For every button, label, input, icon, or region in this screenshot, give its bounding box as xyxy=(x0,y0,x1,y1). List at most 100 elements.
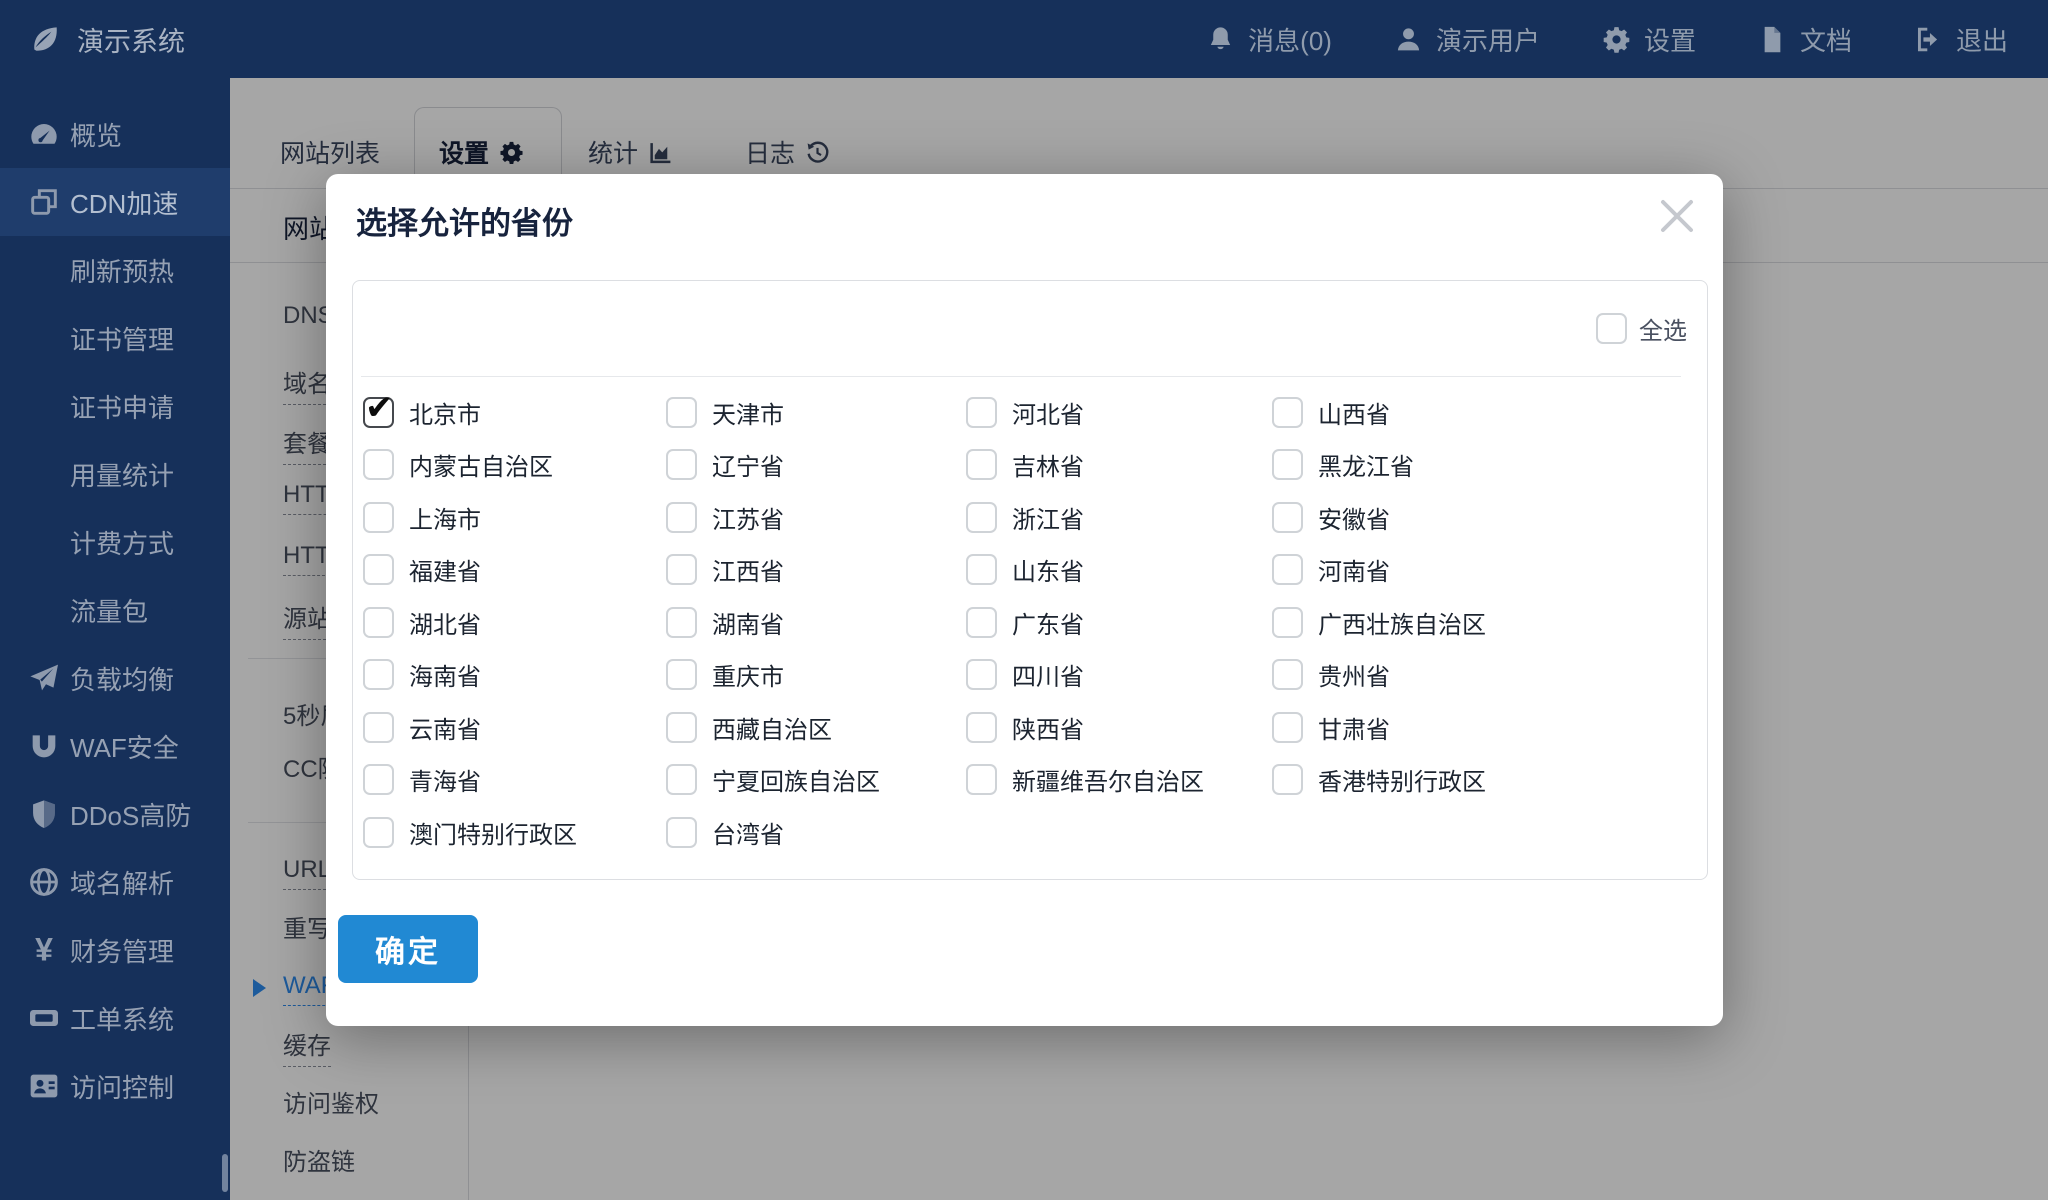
province-checkbox[interactable] xyxy=(1272,554,1303,585)
province-checkbox[interactable] xyxy=(363,449,394,480)
province-checkbox[interactable] xyxy=(966,659,997,690)
province-checkbox-item[interactable]: 江西省 xyxy=(666,552,966,587)
sidebar-item-billing-mode[interactable]: 计费方式 xyxy=(0,508,230,576)
sidebar-item-waf[interactable]: WAF安全 xyxy=(0,712,230,780)
topbar-item-logout[interactable]: 退出 xyxy=(1914,21,2008,58)
province-checkbox[interactable] xyxy=(966,554,997,585)
sidebar-item-label: 证书申请 xyxy=(70,388,174,425)
province-checkbox[interactable] xyxy=(363,659,394,690)
select-all-checkbox[interactable] xyxy=(1596,313,1627,344)
province-checkbox[interactable] xyxy=(363,817,394,848)
sidebar-item-dns-resolve[interactable]: 域名解析 xyxy=(0,848,230,916)
province-checkbox[interactable] xyxy=(1272,449,1303,480)
province-checkbox-item[interactable]: 陕西省 xyxy=(966,710,1272,745)
province-checkbox-item[interactable]: 湖南省 xyxy=(666,605,966,640)
province-checkbox[interactable] xyxy=(363,502,394,533)
sidebar-item-traffic-pack[interactable]: 流量包 xyxy=(0,576,230,644)
sidebar-item-ddos[interactable]: DDoS高防 xyxy=(0,780,230,848)
province-checkbox[interactable] xyxy=(363,712,394,743)
close-icon[interactable] xyxy=(1653,192,1701,240)
province-checkbox-item[interactable]: 辽宁省 xyxy=(666,447,966,482)
sidebar-item-cert-manage[interactable]: 证书管理 xyxy=(0,304,230,372)
province-checkbox[interactable] xyxy=(1272,712,1303,743)
province-checkbox-item[interactable]: 内蒙古自治区 xyxy=(363,447,666,482)
province-checkbox-item[interactable]: 北京市 xyxy=(363,395,666,430)
province-checkbox[interactable] xyxy=(666,712,697,743)
confirm-button[interactable]: 确定 xyxy=(338,915,478,983)
province-checkbox[interactable] xyxy=(666,397,697,428)
province-label: 香港特别行政区 xyxy=(1318,762,1486,797)
province-checkbox-item[interactable]: 河南省 xyxy=(1272,552,1699,587)
province-checkbox-item[interactable]: 广西壮族自治区 xyxy=(1272,605,1699,640)
province-checkbox[interactable] xyxy=(363,397,394,428)
province-checkbox[interactable] xyxy=(966,764,997,795)
province-checkbox-item[interactable]: 贵州省 xyxy=(1272,657,1699,692)
sidebar-item-label: 访问控制 xyxy=(70,1068,174,1105)
province-checkbox-item[interactable]: 上海市 xyxy=(363,500,666,535)
topbar-item-user[interactable]: 演示用户 xyxy=(1394,21,1540,58)
province-label: 宁夏回族自治区 xyxy=(712,762,880,797)
province-checkbox-item[interactable]: 云南省 xyxy=(363,710,666,745)
province-checkbox[interactable] xyxy=(363,764,394,795)
province-checkbox-item[interactable]: 浙江省 xyxy=(966,500,1272,535)
sidebar-item-cert-apply[interactable]: 证书申请 xyxy=(0,372,230,440)
province-checkbox[interactable] xyxy=(666,764,697,795)
province-checkbox-item[interactable]: 河北省 xyxy=(966,395,1272,430)
province-checkbox[interactable] xyxy=(1272,397,1303,428)
select-all-row[interactable]: 全选 xyxy=(353,281,1687,376)
province-checkbox-item[interactable]: 安徽省 xyxy=(1272,500,1699,535)
province-checkbox[interactable] xyxy=(966,607,997,638)
province-checkbox[interactable] xyxy=(363,607,394,638)
topbar-item-messages[interactable]: 消息(0) xyxy=(1206,21,1332,58)
province-checkbox-item[interactable]: 香港特别行政区 xyxy=(1272,762,1699,797)
province-checkbox[interactable] xyxy=(666,607,697,638)
province-checkbox[interactable] xyxy=(363,554,394,585)
province-checkbox-item[interactable]: 西藏自治区 xyxy=(666,710,966,745)
sidebar-item-overview[interactable]: 概览 xyxy=(0,100,230,168)
province-checkbox[interactable] xyxy=(1272,659,1303,690)
sidebar-item-refresh-preheat[interactable]: 刷新预热 xyxy=(0,236,230,304)
province-checkbox-item[interactable]: 甘肃省 xyxy=(1272,710,1699,745)
province-checkbox[interactable] xyxy=(1272,502,1303,533)
sidebar-item-tickets[interactable]: 工单系统 xyxy=(0,984,230,1052)
province-checkbox-item[interactable]: 澳门特别行政区 xyxy=(363,815,666,850)
sidebar-item-label: 工单系统 xyxy=(70,1000,174,1037)
sidebar-item-finance[interactable]: ¥财务管理 xyxy=(0,916,230,984)
province-checkbox[interactable] xyxy=(666,502,697,533)
province-checkbox-item[interactable]: 江苏省 xyxy=(666,500,966,535)
province-checkbox-item[interactable]: 青海省 xyxy=(363,762,666,797)
province-checkbox[interactable] xyxy=(666,554,697,585)
province-checkbox-item[interactable]: 吉林省 xyxy=(966,447,1272,482)
province-checkbox-item[interactable]: 新疆维吾尔自治区 xyxy=(966,762,1272,797)
sidebar-item-label: 概览 xyxy=(70,116,122,153)
province-checkbox[interactable] xyxy=(966,397,997,428)
sidebar-item-label: 流量包 xyxy=(70,592,148,629)
province-checkbox[interactable] xyxy=(1272,607,1303,638)
province-checkbox-item[interactable]: 湖北省 xyxy=(363,605,666,640)
province-checkbox-item[interactable]: 山东省 xyxy=(966,552,1272,587)
province-checkbox[interactable] xyxy=(966,712,997,743)
province-checkbox-item[interactable]: 天津市 xyxy=(666,395,966,430)
province-checkbox-item[interactable]: 福建省 xyxy=(363,552,666,587)
province-checkbox[interactable] xyxy=(1272,764,1303,795)
province-checkbox-item[interactable]: 广东省 xyxy=(966,605,1272,640)
topbar-item-settings[interactable]: 设置 xyxy=(1602,21,1696,58)
province-checkbox[interactable] xyxy=(666,449,697,480)
sidebar-scrollbar-thumb[interactable] xyxy=(222,1154,228,1192)
province-checkbox[interactable] xyxy=(666,817,697,848)
sidebar-item-usage-stats[interactable]: 用量统计 xyxy=(0,440,230,508)
province-checkbox-item[interactable]: 海南省 xyxy=(363,657,666,692)
province-checkbox-item[interactable]: 重庆市 xyxy=(666,657,966,692)
province-checkbox[interactable] xyxy=(966,449,997,480)
province-checkbox-item[interactable]: 山西省 xyxy=(1272,395,1699,430)
sidebar-item-load-balance[interactable]: 负载均衡 xyxy=(0,644,230,712)
sidebar-item-cdn[interactable]: CDN加速 xyxy=(0,168,230,236)
province-checkbox[interactable] xyxy=(966,502,997,533)
sidebar-item-access-control[interactable]: 访问控制 xyxy=(0,1052,230,1120)
province-checkbox-item[interactable]: 宁夏回族自治区 xyxy=(666,762,966,797)
topbar-item-docs[interactable]: 文档 xyxy=(1758,21,1852,58)
province-checkbox-item[interactable]: 台湾省 xyxy=(666,815,966,850)
province-checkbox-item[interactable]: 黑龙江省 xyxy=(1272,447,1699,482)
province-checkbox-item[interactable]: 四川省 xyxy=(966,657,1272,692)
province-checkbox[interactable] xyxy=(666,659,697,690)
